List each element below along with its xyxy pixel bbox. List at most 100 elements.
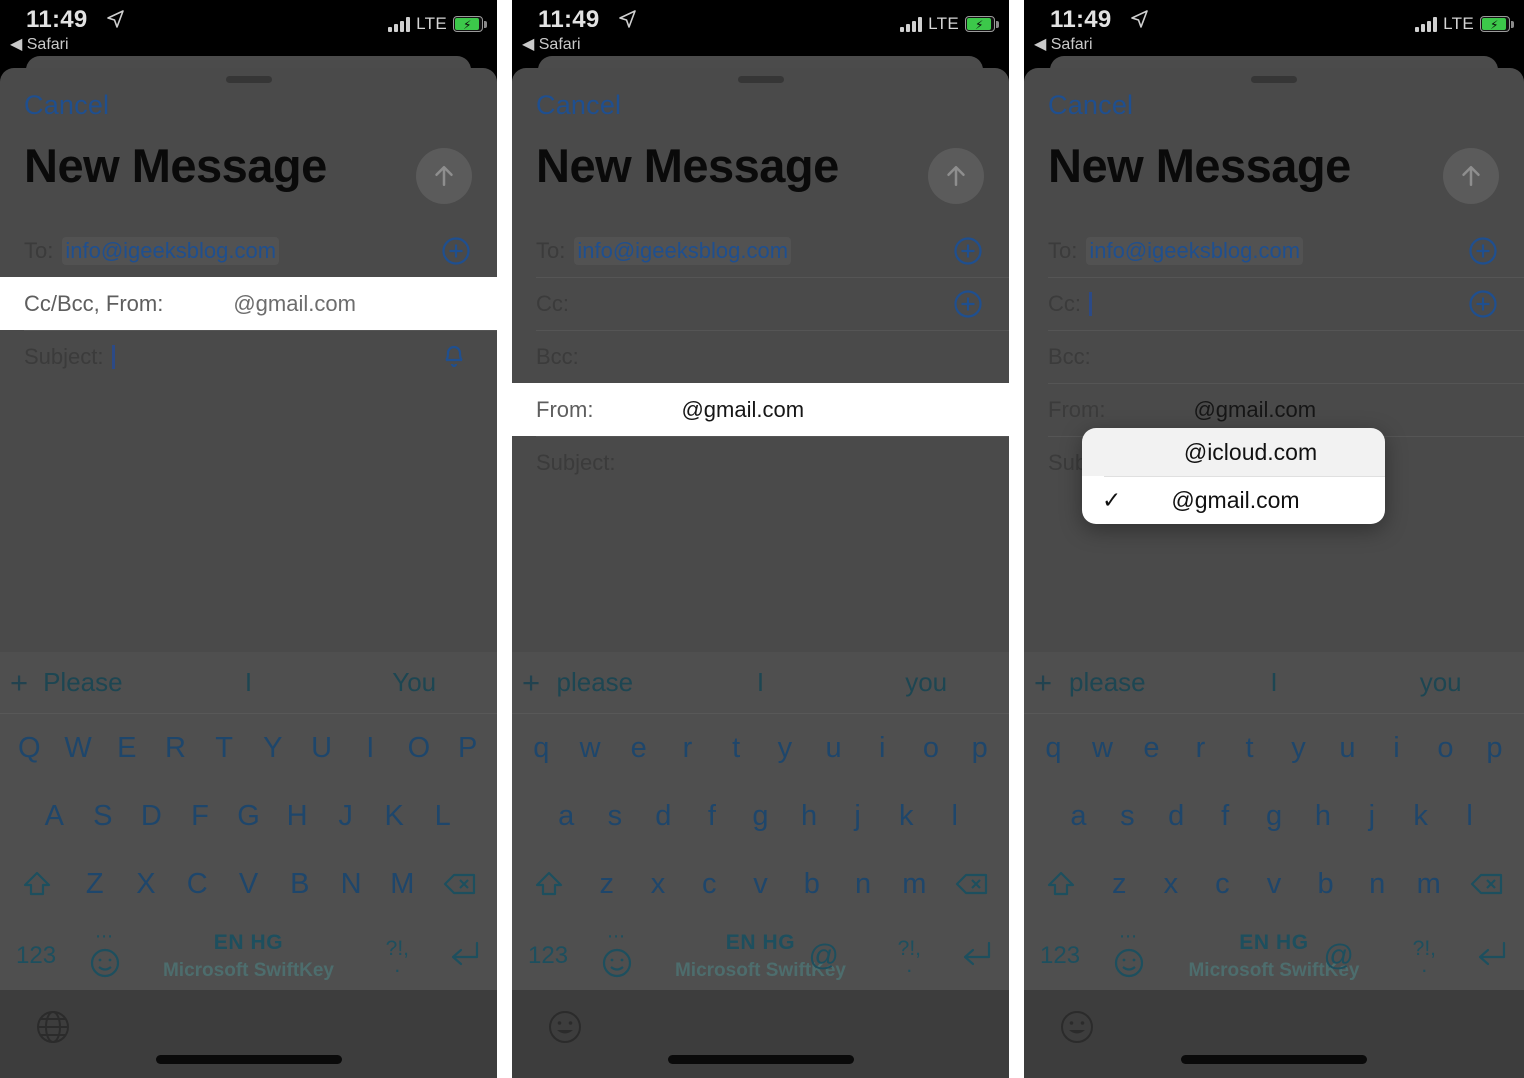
key[interactable]: z: [1093, 868, 1145, 901]
sheet-grabber[interactable]: [1251, 76, 1297, 83]
space-key[interactable]: EN HG Microsoft SwiftKey: [1024, 931, 1524, 982]
key[interactable]: V: [223, 868, 274, 901]
key[interactable]: y: [761, 732, 810, 765]
space-key[interactable]: EN HG Microsoft SwiftKey: [512, 931, 1009, 982]
plus-circle-icon[interactable]: [1468, 289, 1498, 319]
suggestion-item[interactable]: you: [843, 667, 1009, 698]
punctuation-key[interactable]: ?!, .: [386, 938, 409, 976]
cancel-button[interactable]: Cancel: [536, 90, 621, 121]
field-row-to[interactable]: To: info@igeeksblog.com: [1024, 224, 1524, 277]
key[interactable]: e: [1127, 732, 1176, 765]
back-to-safari-link[interactable]: ◀ Safari: [10, 34, 69, 54]
key[interactable]: B: [274, 868, 325, 901]
key[interactable]: h: [785, 800, 834, 833]
key[interactable]: g: [1250, 800, 1299, 833]
plus-circle-icon[interactable]: [953, 236, 983, 266]
key[interactable]: v: [735, 868, 786, 901]
backspace-key[interactable]: [1455, 869, 1519, 899]
key[interactable]: m: [1403, 868, 1455, 901]
key[interactable]: Q: [5, 732, 54, 765]
key[interactable]: C: [172, 868, 223, 901]
key[interactable]: b: [1300, 868, 1352, 901]
key[interactable]: b: [786, 868, 837, 901]
key[interactable]: z: [581, 868, 632, 901]
field-row-cc[interactable]: Cc:: [1024, 277, 1524, 330]
return-key[interactable]: [1468, 937, 1510, 976]
field-row-ccbcc-from[interactable]: Cc/Bcc, From: @gmail.com: [0, 277, 497, 330]
key[interactable]: F: [176, 800, 225, 833]
key[interactable]: m: [889, 868, 940, 901]
key[interactable]: a: [542, 800, 591, 833]
bell-icon[interactable]: [441, 343, 467, 371]
from-value[interactable]: @gmail.com: [1193, 397, 1316, 423]
plus-circle-icon[interactable]: [1468, 236, 1498, 266]
cancel-button[interactable]: Cancel: [24, 90, 109, 121]
cancel-button[interactable]: Cancel: [1048, 90, 1133, 121]
space-key[interactable]: EN HG Microsoft SwiftKey: [0, 931, 497, 982]
key[interactable]: P: [443, 732, 492, 765]
key[interactable]: u: [1323, 732, 1372, 765]
plus-icon[interactable]: +: [522, 665, 540, 701]
key[interactable]: H: [273, 800, 322, 833]
key[interactable]: w: [566, 732, 615, 765]
key[interactable]: e: [614, 732, 663, 765]
key[interactable]: a: [1054, 800, 1103, 833]
key[interactable]: p: [955, 732, 1004, 765]
key[interactable]: R: [151, 732, 200, 765]
suggestion-item[interactable]: I: [678, 667, 844, 698]
key[interactable]: M: [377, 868, 428, 901]
key[interactable]: j: [1347, 800, 1396, 833]
key[interactable]: W: [54, 732, 103, 765]
key[interactable]: x: [1145, 868, 1197, 901]
send-button[interactable]: [416, 148, 472, 204]
key[interactable]: E: [102, 732, 151, 765]
key[interactable]: o: [907, 732, 956, 765]
backspace-key[interactable]: [428, 869, 492, 899]
dropdown-option-icloud[interactable]: @icloud.com: [1082, 428, 1385, 476]
key[interactable]: p: [1470, 732, 1519, 765]
key[interactable]: y: [1274, 732, 1323, 765]
shift-key[interactable]: [1029, 869, 1093, 899]
plus-circle-icon[interactable]: [953, 289, 983, 319]
key[interactable]: Z: [69, 868, 120, 901]
field-row-to[interactable]: To: info@igeeksblog.com: [512, 224, 1009, 277]
key[interactable]: q: [1029, 732, 1078, 765]
key[interactable]: f: [688, 800, 737, 833]
dropdown-option-gmail[interactable]: ✓ @gmail.com: [1082, 476, 1385, 524]
key[interactable]: k: [1396, 800, 1445, 833]
field-row-to[interactable]: To: info@igeeksblog.com: [0, 224, 497, 277]
key[interactable]: X: [120, 868, 171, 901]
key[interactable]: T: [200, 732, 249, 765]
plus-icon[interactable]: +: [10, 665, 28, 701]
shift-key[interactable]: [517, 869, 581, 899]
sheet-grabber[interactable]: [225, 76, 272, 83]
key[interactable]: f: [1201, 800, 1250, 833]
key[interactable]: U: [297, 732, 346, 765]
backspace-key[interactable]: [940, 869, 1004, 899]
field-row-bcc[interactable]: Bcc:: [1024, 330, 1524, 383]
key[interactable]: i: [1372, 732, 1421, 765]
key[interactable]: S: [79, 800, 128, 833]
key[interactable]: t: [712, 732, 761, 765]
smiley-face-icon[interactable]: [546, 1008, 584, 1046]
from-value[interactable]: @gmail.com: [681, 397, 804, 423]
key[interactable]: O: [395, 732, 444, 765]
key[interactable]: j: [833, 800, 882, 833]
back-to-safari-link[interactable]: ◀ Safari: [522, 34, 581, 54]
plus-icon[interactable]: +: [1034, 665, 1052, 701]
at-key[interactable]: @: [809, 939, 839, 973]
globe-language-icon[interactable]: [34, 1008, 72, 1046]
back-to-safari-link[interactable]: ◀ Safari: [1034, 34, 1093, 54]
key[interactable]: i: [858, 732, 907, 765]
key[interactable]: c: [1197, 868, 1249, 901]
key[interactable]: l: [1445, 800, 1494, 833]
field-row-subject[interactable]: Subject:: [512, 436, 1009, 489]
key[interactable]: v: [1248, 868, 1300, 901]
suggestion-item[interactable]: you: [1357, 667, 1524, 698]
sheet-grabber[interactable]: [737, 76, 784, 83]
key[interactable]: I: [346, 732, 395, 765]
plus-circle-icon[interactable]: [441, 236, 471, 266]
key[interactable]: s: [1103, 800, 1152, 833]
key[interactable]: s: [591, 800, 640, 833]
key[interactable]: n: [1351, 868, 1403, 901]
